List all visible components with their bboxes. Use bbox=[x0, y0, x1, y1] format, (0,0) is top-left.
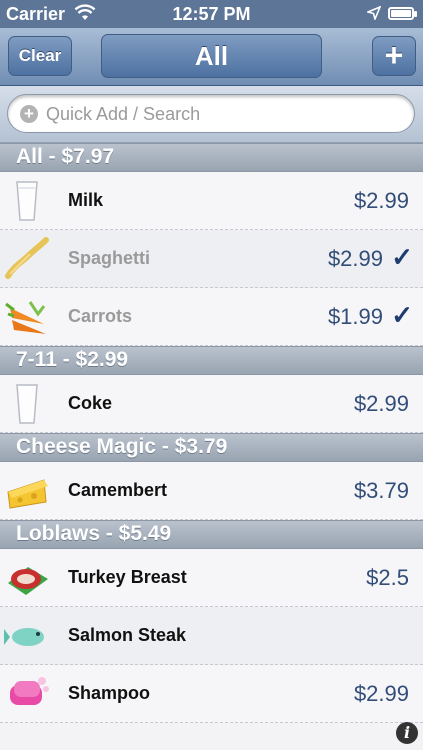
list-item[interactable]: Salmon Steak bbox=[0, 607, 423, 665]
section-header-all: All - $7.97 bbox=[0, 143, 423, 172]
item-name: Coke bbox=[68, 393, 113, 413]
clear-button[interactable]: Clear bbox=[8, 36, 72, 76]
search-bar: + bbox=[0, 86, 423, 143]
item-price: $1.99 bbox=[327, 304, 383, 329]
item-price: $2.99 bbox=[353, 391, 409, 416]
item-price: $2.99 bbox=[353, 188, 409, 213]
checkmark-icon: ✓ bbox=[391, 300, 413, 330]
list-item[interactable]: Coke $2.99 bbox=[0, 375, 423, 433]
add-button[interactable]: + bbox=[372, 36, 416, 76]
plus-circle-icon: + bbox=[20, 105, 38, 123]
section-header-7-11: 7-11 - $2.99 bbox=[0, 346, 423, 375]
meat-icon bbox=[8, 567, 48, 595]
cheese-icon bbox=[7, 479, 48, 509]
navigation-bar: Clear All + bbox=[0, 28, 423, 86]
item-price: $2.99 bbox=[327, 246, 383, 271]
section-header-cheese-magic: Cheese Magic - $3.79 bbox=[0, 433, 423, 462]
clock: 12:57 PM bbox=[172, 4, 251, 24]
location-arrow-icon bbox=[367, 6, 381, 20]
item-name: Turkey Breast bbox=[68, 567, 187, 587]
list-item[interactable]: Milk $2.99 bbox=[0, 172, 423, 230]
search-input[interactable] bbox=[46, 101, 396, 127]
milk-glass-icon bbox=[16, 181, 38, 221]
list-item[interactable]: Carrots $1.99 ✓ bbox=[0, 288, 423, 346]
quick-add-search-field[interactable]: + bbox=[7, 94, 415, 133]
item-price: $3.79 bbox=[353, 478, 409, 503]
item-name: Salmon Steak bbox=[68, 625, 187, 645]
spaghetti-icon bbox=[5, 237, 49, 279]
item-name: Spaghetti bbox=[68, 248, 151, 268]
status-bar: Carrier 12:57 PM bbox=[0, 0, 423, 28]
info-button[interactable]: i bbox=[396, 722, 418, 744]
battery-icon bbox=[388, 7, 417, 20]
list-item[interactable]: Shampoo $2.99 bbox=[0, 665, 423, 723]
checkmark-icon: ✓ bbox=[391, 242, 413, 272]
glass-icon bbox=[16, 384, 38, 424]
item-name: Shampoo bbox=[68, 683, 151, 703]
item-price: $2.99 bbox=[353, 681, 409, 706]
item-name: Milk bbox=[68, 190, 104, 210]
item-price: $2.5 bbox=[366, 565, 409, 590]
item-name: Carrots bbox=[68, 306, 133, 326]
list-item[interactable]: Camembert $3.79 bbox=[0, 462, 423, 520]
fish-icon bbox=[4, 628, 44, 646]
section-header-loblaws: Loblaws - $5.49 bbox=[0, 520, 423, 549]
list-item[interactable]: Turkey Breast $2.5 bbox=[0, 549, 423, 607]
item-name: Camembert bbox=[68, 480, 168, 500]
list-title-button[interactable]: All bbox=[101, 34, 322, 78]
soap-icon bbox=[10, 677, 49, 705]
list-item[interactable]: Spaghetti $2.99 ✓ bbox=[0, 230, 423, 288]
carrots-icon bbox=[5, 301, 46, 334]
